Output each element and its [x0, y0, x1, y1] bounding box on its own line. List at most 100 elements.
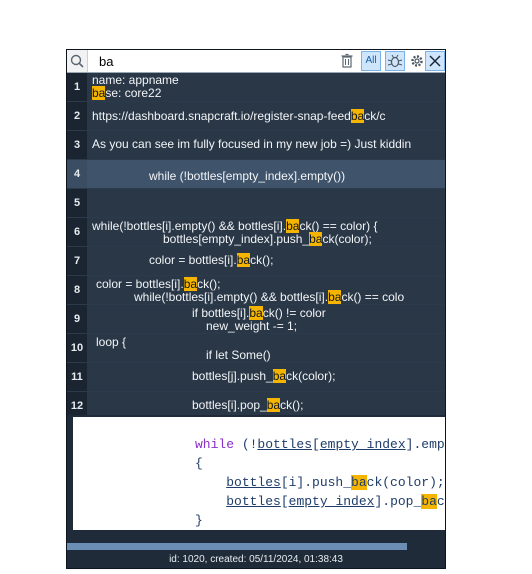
row-number: 11: [67, 363, 87, 391]
search-bar: All: [67, 50, 445, 73]
row-number: 10: [67, 334, 87, 362]
row-content: while (!bottles[empty_index].empty()): [87, 160, 445, 188]
search-match-highlight: ba: [92, 86, 106, 100]
row-text-line: while(!bottles[i].empty() && bottles[i].…: [134, 290, 404, 304]
clip-list[interactable]: 1 name: appname base: core22 2 https://dashb…: [67, 73, 445, 415]
text-segment: ck();: [250, 253, 274, 267]
text-segment: name: appname: [92, 73, 179, 87]
gear-icon[interactable]: [407, 51, 427, 71]
code-token: bottles: [226, 475, 281, 490]
code-token: while: [195, 437, 235, 452]
row-text-line: while (!bottles[empty_index].empty()): [149, 170, 345, 183]
code-token: ].pop_: [374, 494, 422, 509]
row-text-line: As you can see im fully focused in my ne…: [92, 138, 411, 151]
list-item[interactable]: 1 name: appname base: core22: [67, 73, 445, 102]
text-segment: new_weight -= 1;: [206, 319, 298, 333]
search-input[interactable]: [93, 52, 345, 70]
list-item[interactable]: 9 if bottles[i].back() != color new_weight…: [67, 305, 445, 334]
close-icon[interactable]: [425, 51, 445, 71]
search-match-highlight: ba: [309, 232, 323, 246]
search-match-highlight: ba: [272, 369, 287, 383]
row-text-line: if let Some(): [206, 349, 271, 362]
search-match-highlight: ba: [328, 290, 342, 304]
horizontal-scrollbar[interactable]: [67, 543, 445, 550]
row-number: 5: [67, 189, 87, 217]
text-segment: while(!bottles[i].empty() && bottles[i].: [134, 290, 329, 304]
row-content: bottles[j].push_back(color);: [87, 363, 445, 391]
text-segment: while (!bottles[empty_index].empty()): [149, 169, 346, 183]
status-bar: id: 1020, created: 05/11/2024, 01:38:43: [67, 552, 445, 568]
row-content: color = bottles[i].back(); while(!bottles…: [87, 276, 445, 304]
list-item[interactable]: 2 https://dashboard.snapcraft.io/register…: [67, 102, 445, 131]
code-token: bottles: [257, 437, 313, 452]
row-content: As you can see im fully focused in my ne…: [87, 131, 445, 159]
trash-icon[interactable]: [337, 51, 357, 71]
bug-icon[interactable]: [385, 51, 405, 71]
row-number: 1: [67, 73, 87, 101]
list-item[interactable]: 4 while (!bottles[empty_index].empty()): [67, 160, 445, 189]
search-match-highlight: ba: [249, 306, 263, 320]
row-text-line: new_weight -= 1;: [206, 320, 297, 333]
text-segment: ck/c: [364, 109, 386, 123]
row-number: 6: [67, 218, 87, 246]
list-item[interactable]: 3 As you can see im fully focused in my n…: [67, 131, 445, 160]
code-token: {: [195, 456, 203, 471]
row-number: 7: [67, 247, 87, 275]
search-icon: [67, 50, 88, 72]
code-token: [: [280, 494, 289, 509]
text-segment: while(!bottles[i].empty() && bottles[i].: [92, 219, 287, 233]
row-content: name: appname base: core22: [87, 73, 445, 101]
preview-pane: while (!bottles[empty_index].empt{ bottl…: [73, 417, 445, 530]
text-segment: bottles[j].push_: [192, 369, 273, 383]
row-number: 4: [67, 160, 87, 188]
preview-code-line: bottles[i].push_back(color);: [195, 473, 445, 492]
clipboard-history-window: All 1name: appnamebase: core222https://d…: [66, 49, 446, 569]
row-number: 9: [67, 305, 87, 333]
text-segment: ck();: [197, 277, 221, 291]
scrollbar-thumb[interactable]: [67, 543, 407, 550]
preview-code-line: bottles[empty_index].pop_back: [195, 492, 445, 511]
code-token: ck(color);: [366, 475, 445, 490]
text-segment: se: core22: [105, 86, 162, 100]
text-segment: ck();: [280, 398, 304, 412]
row-number: 3: [67, 131, 87, 159]
text-segment: color = bottles[i].: [149, 253, 237, 267]
code-token: ck: [436, 494, 445, 509]
text-segment: bottles[i].pop_: [192, 398, 267, 412]
row-number: 8: [67, 276, 87, 304]
row-content: https://dashboard.snapcraft.io/register-…: [87, 102, 445, 130]
text-segment: ck() == color) {: [299, 219, 378, 233]
row-text-line: loop {: [96, 336, 126, 349]
list-item[interactable]: 8 color = bottles[i].back(); while(!bottle…: [67, 276, 445, 305]
code-token: ].empt: [405, 437, 445, 452]
search-match-highlight: ba: [286, 219, 300, 233]
all-filter-button[interactable]: All: [361, 51, 381, 71]
row-content: [87, 189, 445, 217]
text-segment: loop {: [96, 335, 127, 349]
text-segment: color = bottles[i].: [96, 277, 184, 291]
list-item[interactable]: 6 while(!bottles[i].empty() && bottles[i]…: [67, 218, 445, 247]
list-item[interactable]: 10 loop { if let Some(): [67, 334, 445, 363]
text-segment: As you can see im fully focused in my ne…: [92, 137, 412, 151]
list-item[interactable]: 11 bottles[j].push_back(color);: [67, 363, 445, 392]
preview-code-line: }: [195, 511, 203, 530]
code-token: empty_index: [319, 437, 406, 452]
search-match-highlight: ba: [351, 475, 367, 490]
text-segment: if let Some(): [206, 348, 271, 362]
list-item[interactable]: 7 color = bottles[i].back();: [67, 247, 445, 276]
list-item[interactable]: 5: [67, 189, 445, 218]
search-match-highlight: ba: [350, 109, 365, 123]
row-text-line: bottles[j].push_back(color);: [192, 369, 335, 383]
search-match-highlight: ba: [236, 253, 251, 267]
row-text-line: color = bottles[i].back();: [149, 253, 274, 267]
code-token: [: [312, 437, 320, 452]
row-content: loop { if let Some(): [87, 334, 445, 362]
search-match-highlight: ba: [183, 277, 198, 291]
text-segment: if bottles[i].: [192, 306, 250, 320]
row-number: 12: [67, 392, 87, 415]
list-item[interactable]: 12 bottles[i].pop_back();: [67, 392, 445, 415]
search-match-highlight: ba: [266, 398, 281, 412]
row-content: if bottles[i].back() != color new_weight …: [87, 305, 445, 333]
